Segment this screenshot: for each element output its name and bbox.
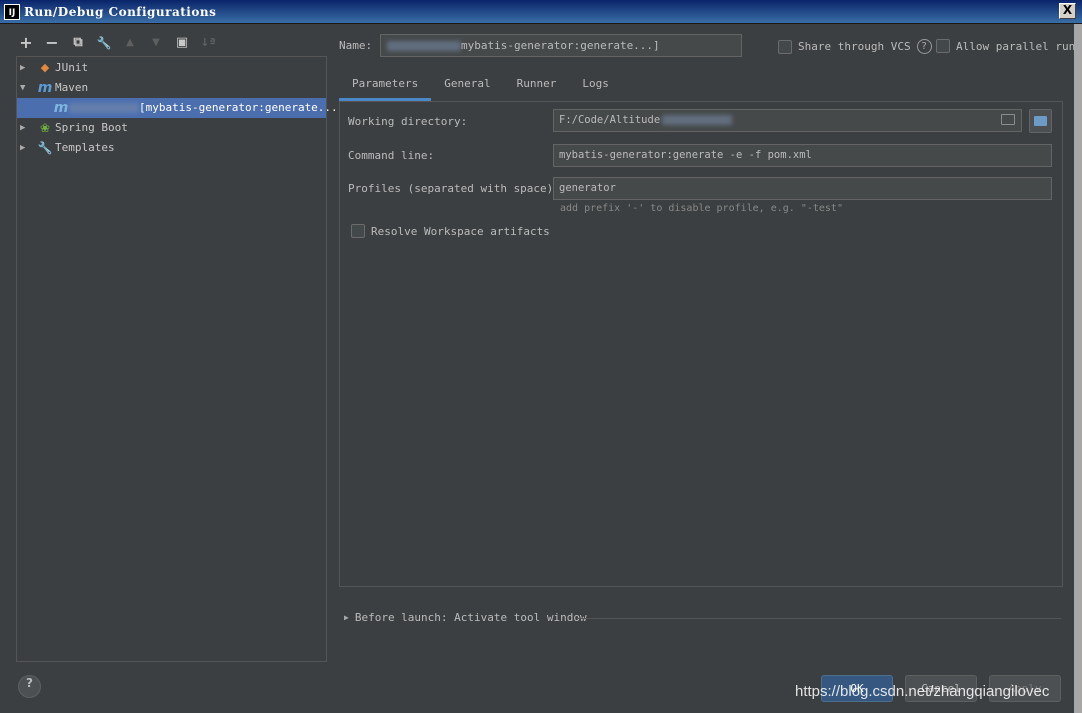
- name-label: Name:: [339, 39, 373, 52]
- share-vcs-option[interactable]: Share through VCS ?: [778, 39, 932, 54]
- sort-icon[interactable]: ↓ª: [198, 33, 218, 53]
- share-vcs-label: Share through VCS: [798, 40, 911, 53]
- background-window-edge: [1074, 24, 1082, 713]
- collapse-arrow-icon[interactable]: ▼: [20, 78, 25, 98]
- browse-folder-button[interactable]: [1029, 109, 1052, 133]
- wrench-icon: 🔧: [37, 141, 53, 155]
- maven-icon: m: [53, 100, 69, 116]
- tree-item-label: Maven: [55, 81, 89, 94]
- working-directory-label: Working directory:: [348, 115, 468, 128]
- resolve-workspace-label: Resolve Workspace artifacts: [371, 224, 550, 238]
- watermark: https://blog.csdn.net/zhangqiangilovec: [795, 683, 1050, 700]
- profiles-hint: add prefix '-' to disable profile, e.g. …: [560, 203, 843, 214]
- title-bar: IJ Run/Debug Configurations X: [0, 0, 1082, 24]
- tree-item-maven[interactable]: ▼ m Maven: [17, 78, 326, 98]
- tree-item-label: Spring Boot: [55, 121, 128, 134]
- tree-item-maven-config[interactable]: m [mybatis-generator:generate...]: [17, 98, 344, 118]
- redacted-text: [387, 41, 461, 51]
- config-toolbar: + − ⧉ 🔧 ▲ ▼ ▣ ↓ª: [16, 32, 218, 54]
- resolve-workspace-option[interactable]: Resolve Workspace artifacts: [351, 224, 550, 238]
- help-button[interactable]: ?: [18, 675, 41, 698]
- working-directory-value: F:/Code/Altitude: [559, 114, 661, 126]
- copy-icon[interactable]: ⧉: [68, 33, 88, 53]
- tab-parameters[interactable]: Parameters: [339, 72, 432, 101]
- window-title: Run/Debug Configurations: [24, 5, 217, 19]
- parallel-run-label: Allow parallel run: [956, 39, 1076, 53]
- wrench-icon[interactable]: 🔧: [94, 33, 114, 53]
- tree-item-spring-boot[interactable]: ▶ ❀ Spring Boot: [17, 118, 326, 138]
- name-value: mybatis-generator:generate...]: [461, 39, 660, 52]
- maven-icon: m: [37, 80, 53, 96]
- remove-icon[interactable]: −: [42, 33, 62, 53]
- before-launch-section[interactable]: ▶ Before launch: Activate tool window: [344, 611, 1061, 624]
- tab-general[interactable]: General: [431, 72, 503, 101]
- move-down-icon[interactable]: ▼: [146, 33, 166, 53]
- config-tabs: Parameters General Runner Logs: [339, 72, 622, 101]
- config-tree: ▶ ◆ JUnit ▼ m Maven m [mybatis-generator…: [16, 56, 344, 662]
- expand-arrow-icon[interactable]: ▶: [20, 138, 25, 158]
- parallel-run-option[interactable]: Allow parallel run: [936, 39, 1075, 53]
- profiles-label: Profiles (separated with space):: [348, 182, 560, 195]
- name-input[interactable]: mybatis-generator:generate...]: [380, 34, 742, 57]
- folder-icon[interactable]: [1001, 114, 1015, 125]
- separator-line: [577, 618, 1061, 619]
- tree-item-templates[interactable]: ▶ 🔧 Templates: [17, 138, 326, 158]
- expand-arrow-icon[interactable]: ▶: [20, 58, 25, 78]
- command-line-input[interactable]: mybatis-generator:generate -e -f pom.xml: [553, 144, 1052, 167]
- close-button[interactable]: X: [1059, 3, 1076, 19]
- resolve-workspace-checkbox[interactable]: [351, 224, 365, 238]
- expand-arrow-icon[interactable]: ▶: [20, 118, 25, 138]
- profiles-input[interactable]: generator: [553, 177, 1052, 200]
- redacted-text: [69, 103, 139, 113]
- parallel-run-checkbox[interactable]: [936, 39, 950, 53]
- tree-item-junit[interactable]: ▶ ◆ JUnit: [17, 58, 326, 78]
- expand-arrow-icon[interactable]: ▶: [344, 613, 349, 622]
- add-icon[interactable]: +: [16, 33, 36, 53]
- working-directory-input[interactable]: F:/Code/Altitude: [553, 109, 1022, 132]
- redacted-text: [662, 115, 733, 125]
- help-icon[interactable]: ?: [916, 39, 932, 54]
- tree-item-label: Templates: [55, 141, 115, 154]
- tab-runner[interactable]: Runner: [504, 72, 570, 101]
- junit-icon: ◆: [40, 61, 50, 74]
- parameters-panel: [339, 101, 1063, 587]
- command-line-label: Command line:: [348, 149, 435, 162]
- share-vcs-checkbox[interactable]: [778, 39, 792, 54]
- intellij-icon: IJ: [4, 4, 20, 20]
- before-launch-label: Before launch: Activate tool window: [354, 611, 587, 624]
- spring-boot-icon: ❀: [39, 121, 51, 135]
- move-up-icon[interactable]: ▲: [120, 33, 140, 53]
- tab-logs[interactable]: Logs: [569, 72, 622, 101]
- tree-item-label: JUnit: [55, 61, 89, 74]
- tree-item-label: [mybatis-generator:generate...]: [139, 101, 345, 114]
- new-folder-icon[interactable]: ▣: [172, 33, 192, 53]
